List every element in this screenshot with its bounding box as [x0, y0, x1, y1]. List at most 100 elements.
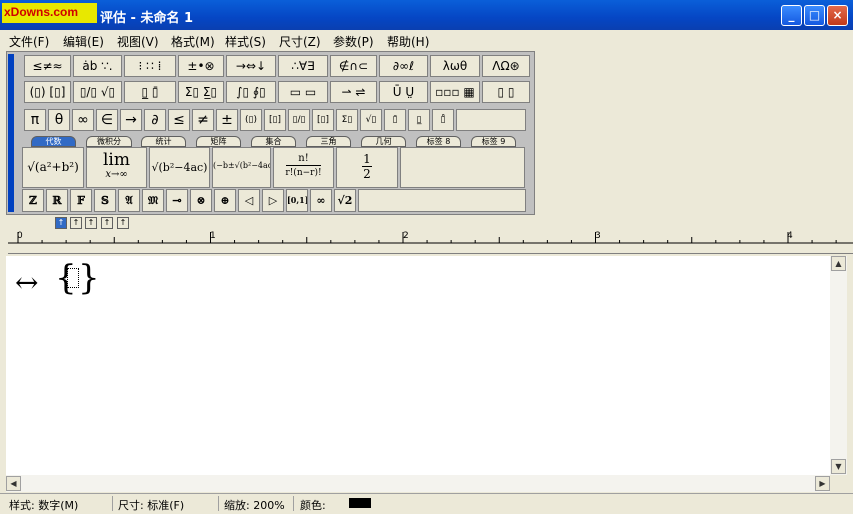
menu-parameters[interactable]: 参数(P) [333, 33, 374, 50]
sqrt-template-button[interactable]: √▯ [360, 109, 382, 131]
nav-up-icon-3[interactable]: ↑ [85, 217, 97, 229]
quadratic-formula-template[interactable]: (−b±√(b²−4ac))/2a [212, 147, 271, 188]
fraktur-a-symbol[interactable]: 𝔄 [118, 189, 140, 212]
spaces-ellipses-palette[interactable]: ȧb ∵. [73, 55, 122, 77]
equation-editor[interactable]: ↔ { } [6, 256, 830, 475]
nav-up-icon-2[interactable]: ↑ [70, 217, 82, 229]
palette-grip[interactable] [8, 54, 14, 212]
tab-matrix[interactable]: 矩阵 [196, 136, 241, 147]
close-button[interactable]: × [827, 5, 848, 26]
ring-template-button[interactable]: ▯̊ [432, 109, 454, 131]
menu-format[interactable]: 格式(M) [171, 33, 215, 50]
menu-help[interactable]: 帮助(H) [387, 33, 429, 50]
fraction-radical-templates[interactable]: ▯/▯ √▯ [73, 81, 122, 103]
plus-minus-button[interactable]: ± [216, 109, 238, 131]
pi-symbol-button[interactable]: π [24, 109, 46, 131]
fence-templates[interactable]: (▯) [▯] [24, 81, 71, 103]
status-divider [112, 496, 113, 511]
left-triangle-symbol[interactable]: ◁ [238, 189, 260, 212]
custom-slot[interactable] [456, 109, 526, 131]
tab-statistics[interactable]: 统计 [141, 136, 186, 147]
box-templates[interactable]: ▯ ▯ [482, 81, 530, 103]
maximize-button[interactable]: □ [804, 5, 825, 26]
logic-palette[interactable]: ∴∀∃ [278, 55, 328, 77]
horizontal-scrollbar[interactable]: ◀ ▶ [6, 475, 830, 492]
tab-calculus[interactable]: 微积分 [86, 136, 132, 147]
integers-symbol[interactable]: ℤ [22, 189, 44, 212]
products-templates[interactable]: Ū Ṳ [379, 81, 428, 103]
greek-upper-palette[interactable]: ΛΩ⊛ [482, 55, 530, 77]
summation-templates[interactable]: Σ▯ Σ̲▯ [178, 81, 224, 103]
nav-up-icon-4[interactable]: ↑ [101, 217, 113, 229]
row5-empty-slot[interactable] [358, 189, 526, 212]
window-title: 评估 - 未命名 1 [100, 11, 194, 26]
menu-view[interactable]: 视图(V) [117, 33, 159, 50]
paren-template-button[interactable]: (▯) [240, 109, 262, 131]
set-theory-palette[interactable]: ∉∩⊂ [330, 55, 377, 77]
circle-plus-symbol[interactable]: ⊕ [214, 189, 236, 212]
labeled-arrow-templates[interactable]: ⇀ ⇌ [330, 81, 377, 103]
bracket-template-button[interactable]: [▯] [264, 109, 286, 131]
minimize-button[interactable]: _ [781, 5, 802, 26]
menu-style[interactable]: 样式(S) [225, 33, 266, 50]
status-size: 尺寸: 标准(F) [118, 499, 185, 512]
status-color-label: 颜色: [300, 499, 326, 512]
combination-template[interactable]: n! r!(n−r)! [273, 147, 334, 188]
tab-geometry[interactable]: 几何 [361, 136, 406, 147]
fraction2-template-button[interactable]: [▯] [312, 109, 334, 131]
field-symbol[interactable]: 𝔽 [70, 189, 92, 212]
nav-up-icon-1[interactable]: ↑ [55, 217, 67, 229]
tab-label-8[interactable]: 标签 8 [416, 136, 461, 147]
discriminant-template[interactable]: √(b²−4ac) [149, 147, 210, 188]
greek-lower-palette[interactable]: λωθ [430, 55, 480, 77]
fraktur-m-symbol[interactable]: 𝔐 [142, 189, 164, 212]
one-half-template[interactable]: 1 2 [336, 147, 398, 188]
sum-template-button[interactable]: Σ▯ [336, 109, 358, 131]
element-of-button[interactable]: ∈ [96, 109, 118, 131]
less-equal-button[interactable]: ≤ [168, 109, 190, 131]
vertical-scrollbar[interactable]: ▲ ▼ [830, 256, 847, 475]
limit-template[interactable]: lim x→∞ [86, 147, 147, 188]
not-equal-button[interactable]: ≠ [192, 109, 214, 131]
partial-button[interactable]: ∂ [144, 109, 166, 131]
subscript-template-button[interactable]: ▯̲ [408, 109, 430, 131]
misc-symbols-palette[interactable]: ∂∞ℓ [379, 55, 428, 77]
tab-algebra[interactable]: 代数 [31, 136, 76, 147]
right-arrow-button[interactable]: → [120, 109, 142, 131]
arrows-palette[interactable]: →⇔↓ [226, 55, 276, 77]
template-empty-slot[interactable] [400, 147, 525, 188]
tab-sets[interactable]: 集合 [251, 136, 296, 147]
scroll-down-icon[interactable]: ▼ [831, 459, 846, 474]
reals-symbol[interactable]: ℝ [46, 189, 68, 212]
right-triangle-symbol[interactable]: ▷ [262, 189, 284, 212]
circle-times-symbol[interactable]: ⊗ [190, 189, 212, 212]
fraction-template-button[interactable]: ▯/▯ [288, 109, 310, 131]
scroll-right-icon[interactable]: ▶ [815, 476, 830, 491]
scroll-left-icon[interactable]: ◀ [6, 476, 21, 491]
set-s-symbol[interactable]: 𝕊 [94, 189, 116, 212]
scroll-up-icon[interactable]: ▲ [831, 256, 846, 271]
infinity-symbol-button[interactable]: ∞ [72, 109, 94, 131]
infinity-small-symbol[interactable]: ∞ [310, 189, 332, 212]
tab-label-9[interactable]: 标签 9 [471, 136, 516, 147]
sqrt2-symbol[interactable]: √2 [334, 189, 356, 212]
limit-subscript: x→∞ [105, 169, 128, 180]
theta-symbol-button[interactable]: θ [48, 109, 70, 131]
interval-symbol[interactable]: [0,1] [286, 189, 308, 212]
subscript-templates[interactable]: ▯̲ ▯̄ [124, 81, 176, 103]
embellishments-palette[interactable]: ⁝ ∷ ⁞ [124, 55, 176, 77]
nav-up-icon-5[interactable]: ↑ [117, 217, 129, 229]
tab-trig[interactable]: 三角 [306, 136, 351, 147]
menu-file[interactable]: 文件(F) [9, 33, 49, 50]
matrix-templates[interactable]: ▫▫▫ ▦ [430, 81, 480, 103]
menu-edit[interactable]: 编辑(E) [63, 33, 104, 50]
operators-palette[interactable]: ±•⊗ [178, 55, 224, 77]
overbar-template-button[interactable]: ▯̄ [384, 109, 406, 131]
menu-size[interactable]: 尺寸(Z) [279, 33, 321, 50]
integral-templates[interactable]: ∫▯ ∮▯ [226, 81, 276, 103]
hypotenuse-template[interactable]: √(a²+b²) [22, 147, 84, 188]
relations-palette[interactable]: ≤≠≈ [24, 55, 71, 77]
multimap-symbol[interactable]: ⊸ [166, 189, 188, 212]
underbar-templates[interactable]: ▭ ▭ [278, 81, 328, 103]
color-swatch [349, 498, 371, 508]
